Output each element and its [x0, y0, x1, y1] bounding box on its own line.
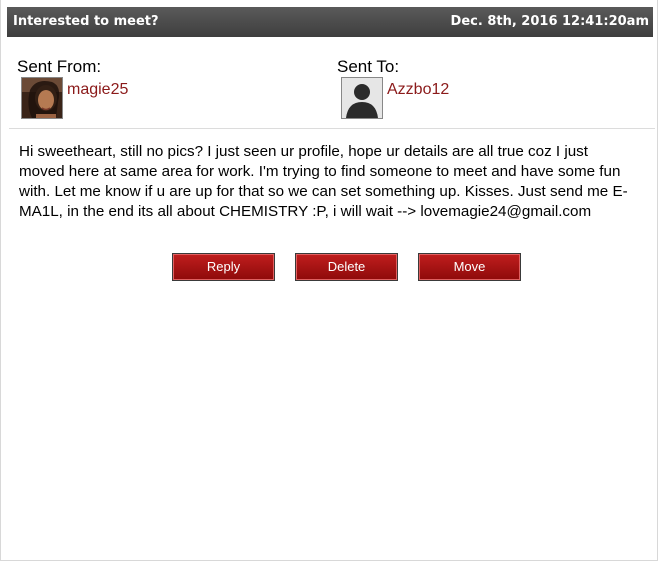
reply-button[interactable]: Reply: [172, 253, 275, 281]
sender-photo-icon: [22, 78, 62, 118]
message-header-bar: Interested to meet? Dec. 8th, 2016 12:41…: [7, 7, 653, 37]
default-user-silhouette-icon: [342, 78, 382, 118]
recipient-avatar[interactable]: [341, 77, 383, 119]
section-divider: [9, 128, 655, 129]
message-body: Hi sweetheart, still no pics? I just see…: [19, 143, 628, 220]
sender-avatar[interactable]: [21, 77, 63, 119]
delete-button[interactable]: Delete: [295, 253, 398, 281]
message-panel: Interested to meet? Dec. 8th, 2016 12:41…: [0, 0, 658, 561]
move-button[interactable]: Move: [418, 253, 521, 281]
message-date: Dec. 8th, 2016 12:41:20am: [450, 14, 649, 29]
sent-to-label: Sent To:: [337, 57, 400, 76]
sent-from-label: Sent From:: [17, 57, 102, 76]
recipient-username-link[interactable]: Azzbo12: [387, 81, 449, 99]
message-subject: Interested to meet?: [13, 14, 159, 29]
sender-username-link[interactable]: magie25: [67, 81, 128, 99]
